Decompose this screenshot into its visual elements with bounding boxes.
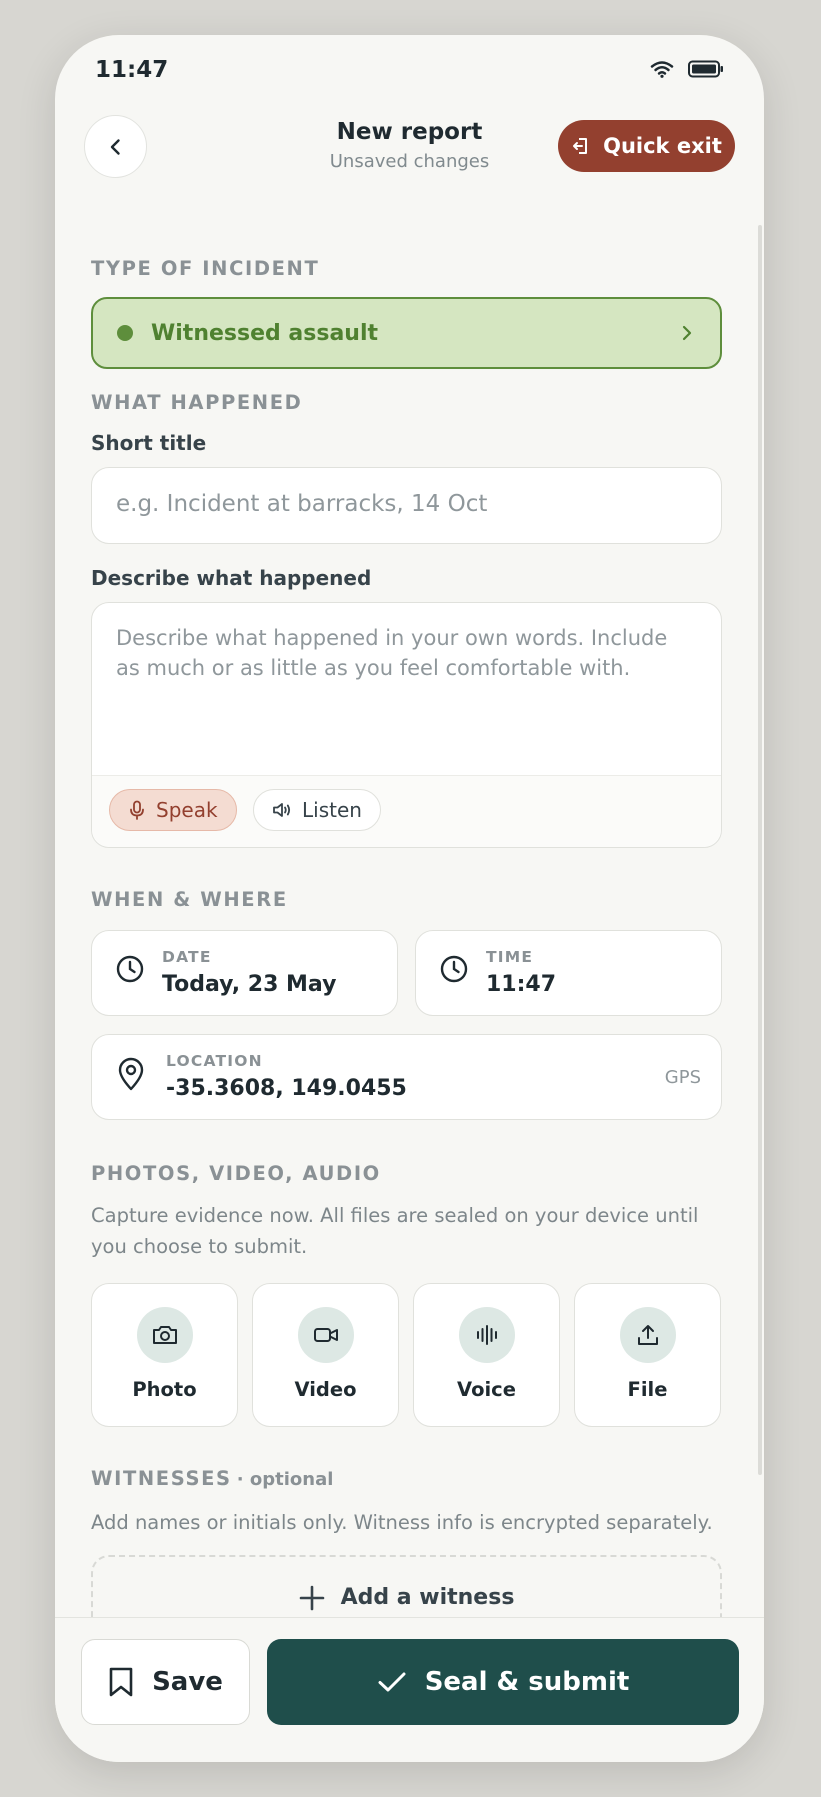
status-icons xyxy=(650,60,724,78)
upload-icon-badge xyxy=(620,1307,676,1363)
photo-button[interactable]: Photo xyxy=(91,1283,238,1427)
description-label: Describe what happened xyxy=(91,566,372,590)
incident-type-select[interactable]: Witnessed assault xyxy=(91,297,722,369)
time-picker[interactable]: TIME 11:47 xyxy=(415,930,722,1016)
video-label: Video xyxy=(294,1378,357,1401)
speaker-icon xyxy=(273,803,291,817)
bookmark-icon xyxy=(109,1667,133,1697)
date-value: Today, 23 May xyxy=(162,972,337,997)
status-bar: 11:47 xyxy=(55,35,764,107)
video-button[interactable]: Video xyxy=(252,1283,399,1427)
check-icon xyxy=(378,1672,406,1692)
seal-submit-button[interactable]: Seal & submit xyxy=(267,1639,739,1725)
location-value: -35.3608, 149.0455 xyxy=(166,1076,407,1101)
exit-icon xyxy=(573,138,588,154)
plus-icon xyxy=(299,1585,324,1610)
date-caption: DATE xyxy=(162,948,212,966)
bottom-action-bar: Save Seal & submit xyxy=(55,1617,764,1762)
scrollbar[interactable] xyxy=(758,225,762,1475)
wifi-icon xyxy=(650,61,674,78)
chevron-right-icon xyxy=(682,325,692,341)
clock-icon xyxy=(440,955,468,983)
listen-label: Listen xyxy=(302,798,362,822)
short-title-label: Short title xyxy=(91,431,207,455)
quick-exit-button[interactable]: Quick exit xyxy=(558,120,735,172)
location-field[interactable]: LOCATION -35.3608, 149.0455 GPS xyxy=(91,1034,722,1120)
time-caption: TIME xyxy=(486,948,534,966)
witnesses-help-text: Add names or initials only. Witness info… xyxy=(91,1511,713,1534)
status-time: 11:47 xyxy=(95,57,169,83)
save-button[interactable]: Save xyxy=(81,1639,250,1725)
speak-button[interactable]: Speak xyxy=(109,789,237,831)
upload-icon xyxy=(638,1325,658,1345)
voice-button[interactable]: Voice xyxy=(413,1283,560,1427)
status-dot xyxy=(117,325,133,341)
what-happened-heading: WHAT HAPPENED xyxy=(91,391,303,414)
short-title-input[interactable]: e.g. Incident at barracks, 14 Oct xyxy=(91,467,722,544)
add-witness-label: Add a witness xyxy=(340,1585,515,1610)
map-pin-icon xyxy=(118,1057,144,1091)
media-heading: PHOTOS, VIDEO, AUDIO xyxy=(91,1162,381,1185)
textarea-toolbar: Speak Listen xyxy=(92,775,721,847)
camera-icon-badge xyxy=(137,1307,193,1363)
location-caption: LOCATION xyxy=(166,1052,263,1070)
description-textarea[interactable]: Describe what happened in your own words… xyxy=(91,602,722,848)
description-placeholder: Describe what happened in your own words… xyxy=(116,626,668,680)
video-icon xyxy=(314,1328,338,1342)
speak-label: Speak xyxy=(156,798,218,822)
time-value: 11:47 xyxy=(486,972,557,997)
photo-label: Photo xyxy=(132,1378,197,1401)
file-button[interactable]: File xyxy=(574,1283,721,1427)
battery-icon xyxy=(688,60,723,78)
waveform-icon xyxy=(477,1325,497,1345)
clock-icon xyxy=(116,955,144,983)
when-where-heading: WHEN & WHERE xyxy=(91,888,288,911)
short-title-placeholder: e.g. Incident at barracks, 14 Oct xyxy=(116,491,488,517)
listen-button[interactable]: Listen xyxy=(253,789,381,831)
submit-label: Seal & submit xyxy=(424,1667,630,1697)
date-picker[interactable]: DATE Today, 23 May xyxy=(91,930,398,1016)
phone-screen: 11:47 New report Unsaved changes Quick e… xyxy=(55,35,764,1762)
media-help-text: Capture evidence now. All files are seal… xyxy=(91,1204,699,1258)
file-label: File xyxy=(627,1378,668,1401)
witnesses-optional: · optional xyxy=(236,1469,334,1490)
witnesses-heading: WITNESSES · optional xyxy=(91,1467,333,1490)
waveform-icon-badge xyxy=(459,1307,515,1363)
voice-label: Voice xyxy=(457,1378,516,1401)
microphone-icon xyxy=(130,800,144,820)
incident-type-heading: TYPE OF INCIDENT xyxy=(91,257,320,280)
incident-type-value: Witnessed assault xyxy=(151,320,379,346)
app-header: New report Unsaved changes Quick exit xyxy=(55,115,764,215)
video-icon-badge xyxy=(298,1307,354,1363)
camera-icon xyxy=(153,1326,177,1344)
quick-exit-label: Quick exit xyxy=(603,134,722,158)
save-label: Save xyxy=(152,1667,223,1697)
gps-badge: GPS xyxy=(664,1067,701,1088)
witnesses-title: WITNESSES xyxy=(91,1467,232,1490)
